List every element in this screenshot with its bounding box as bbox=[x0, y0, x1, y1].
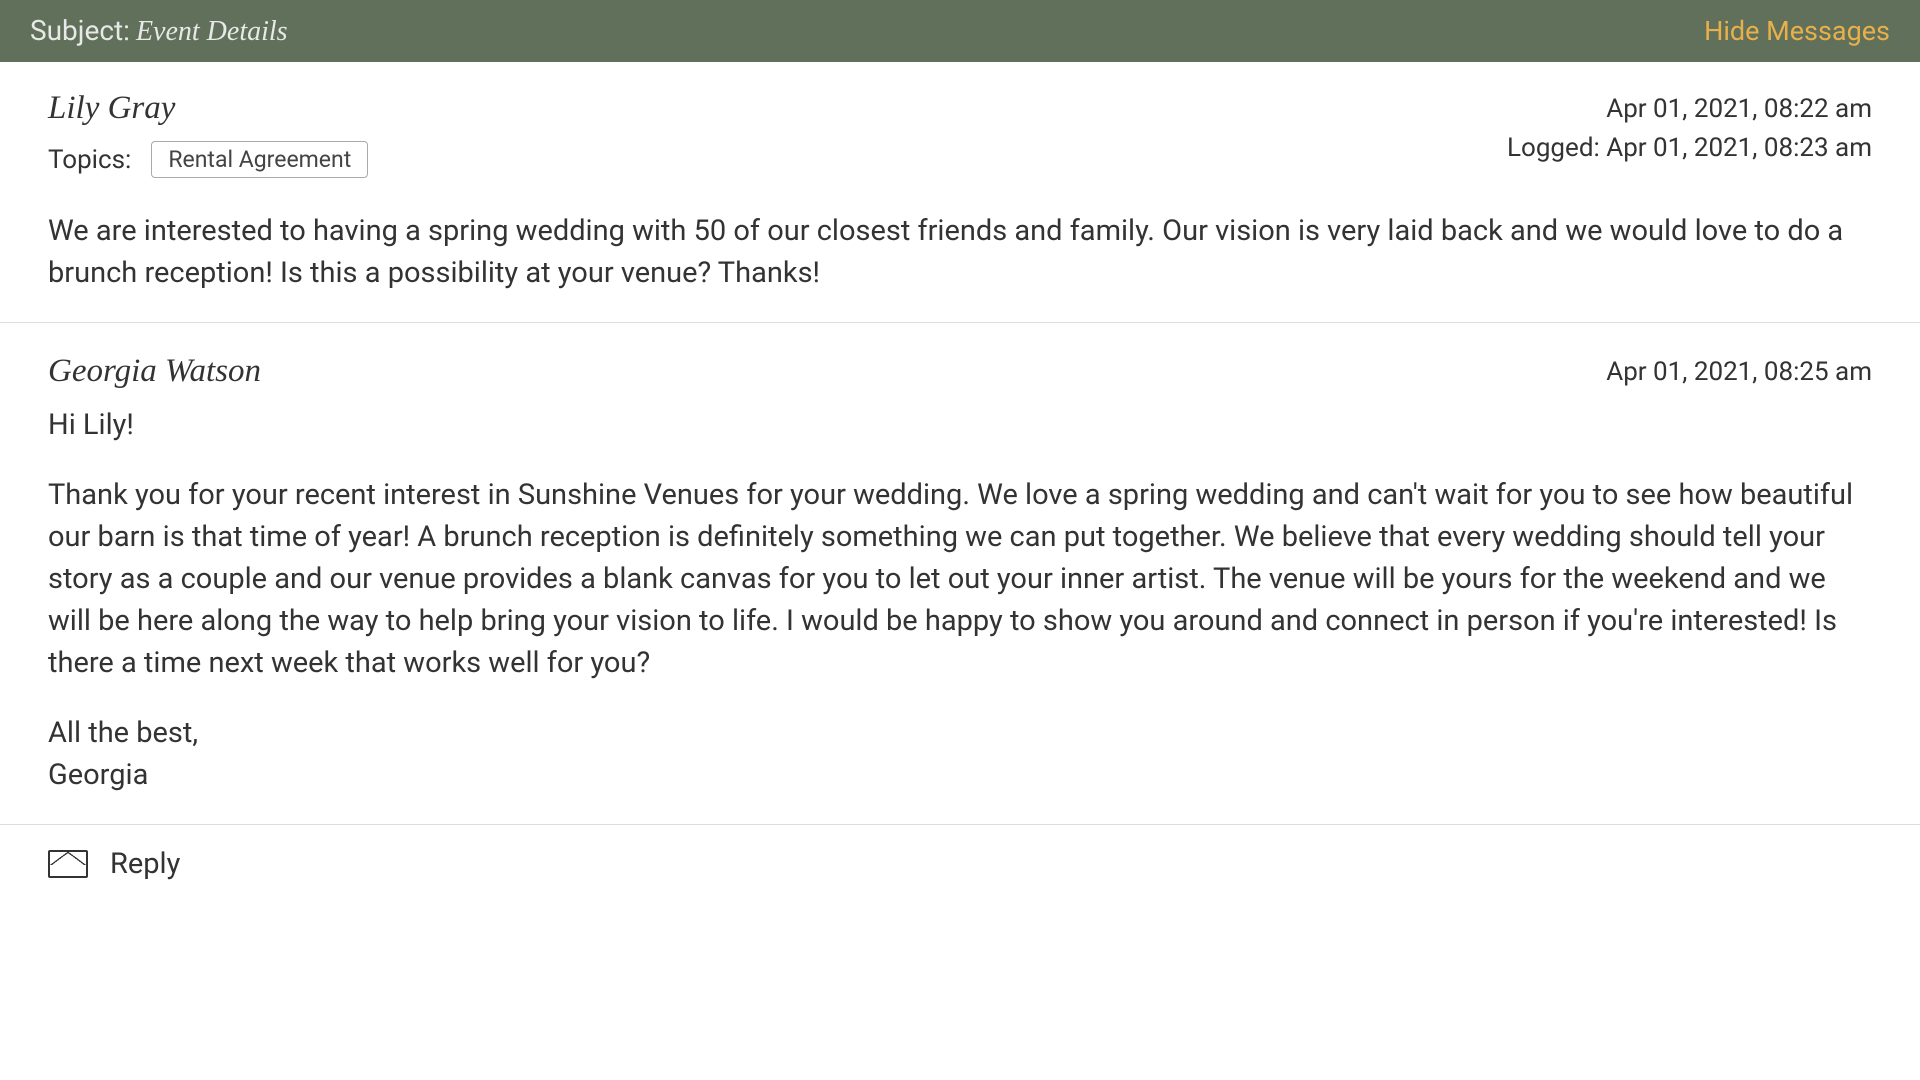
subject-label: Subject: bbox=[30, 14, 130, 47]
message-header: Georgia Watson Apr 01, 2021, 08:25 am bbox=[48, 353, 1872, 392]
message-timestamp: Apr 01, 2021, 08:22 am bbox=[1507, 90, 1872, 129]
sender-name: Georgia Watson bbox=[48, 353, 261, 390]
reply-button[interactable]: Reply bbox=[0, 825, 1920, 903]
message-text: Thank you for your recent interest in Su… bbox=[48, 474, 1872, 684]
topics-row: Topics: Rental Agreement bbox=[48, 141, 368, 178]
message-logged-timestamp: Logged: Apr 01, 2021, 08:23 am bbox=[1507, 129, 1872, 168]
message-greeting: Hi Lily! bbox=[48, 404, 1872, 446]
sender-topics-group: Lily Gray Topics: Rental Agreement bbox=[48, 90, 368, 198]
topics-label: Topics: bbox=[48, 145, 131, 175]
mail-icon bbox=[48, 850, 88, 878]
message-text: We are interested to having a spring wed… bbox=[48, 210, 1872, 294]
message-signoff: All the best, bbox=[48, 712, 1872, 754]
message-item: Lily Gray Topics: Rental Agreement Apr 0… bbox=[0, 62, 1920, 323]
subject-group: Subject: Event Details bbox=[30, 14, 288, 48]
message-body: Hi Lily! Thank you for your recent inter… bbox=[48, 404, 1872, 796]
header-bar: Subject: Event Details Hide Messages bbox=[0, 0, 1920, 62]
message-item: Georgia Watson Apr 01, 2021, 08:25 am Hi… bbox=[0, 323, 1920, 825]
message-body: We are interested to having a spring wed… bbox=[48, 210, 1872, 294]
subject-value: Event Details bbox=[136, 16, 288, 48]
topic-tag[interactable]: Rental Agreement bbox=[151, 141, 368, 178]
message-header: Lily Gray Topics: Rental Agreement Apr 0… bbox=[48, 90, 1872, 198]
hide-messages-link[interactable]: Hide Messages bbox=[1704, 15, 1890, 47]
timestamps: Apr 01, 2021, 08:22 am Logged: Apr 01, 2… bbox=[1507, 90, 1872, 168]
message-signature: Georgia bbox=[48, 754, 1872, 796]
reply-label: Reply bbox=[110, 847, 180, 881]
message-timestamp: Apr 01, 2021, 08:25 am bbox=[1606, 353, 1872, 392]
sender-name: Lily Gray bbox=[48, 90, 368, 127]
timestamps: Apr 01, 2021, 08:25 am bbox=[1606, 353, 1872, 392]
